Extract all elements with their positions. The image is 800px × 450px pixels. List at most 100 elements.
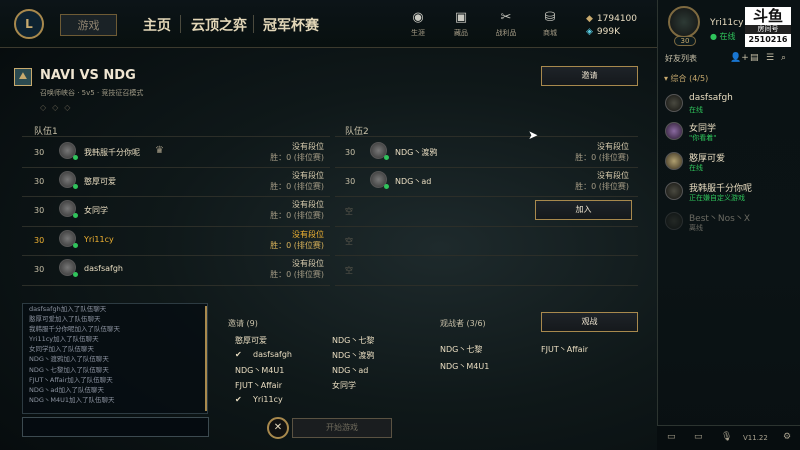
invited-item: NDG丶渡鸦 (332, 351, 375, 360)
invited-title: 邀请 (9) (228, 319, 258, 328)
team1-player-row[interactable]: 30 dasfsafgh 没有段位 胜：0 (排位赛) (34, 256, 324, 284)
profile-status[interactable]: ● 在线 (710, 31, 736, 42)
team1-player-row[interactable]: 30 女同学 没有段位 胜：0 (排位赛) (34, 197, 324, 225)
chat-message: 憨厚可爱加入了队伍聊天 (29, 315, 101, 324)
loot-nav-button[interactable]: ✂ 战利品 (488, 10, 524, 40)
spectators-title: 观战者 (3/6) (440, 319, 486, 328)
profile-avatar[interactable] (668, 6, 700, 38)
divider (335, 196, 638, 197)
collection-nav-button[interactable]: ▣ 藏品 (443, 10, 479, 40)
version-label: V11.22 (743, 434, 768, 442)
chat-scrollbar[interactable] (205, 306, 207, 411)
friend-avatar (665, 212, 683, 230)
party-owner-icon: ♛ (155, 145, 164, 156)
friend-item[interactable]: dasfsafgh 在线 (663, 93, 793, 121)
join-team-button[interactable]: 加入 (535, 200, 632, 220)
league-logo-icon[interactable]: L (14, 9, 44, 39)
divider (335, 226, 638, 227)
spectator-item: NDG丶七黎 (440, 345, 483, 354)
profile-icon: ◉ (412, 10, 424, 25)
chat-message: NDG丶M4U1加入了队伍聊天 (29, 395, 115, 404)
spectate-button[interactable]: 观战 (541, 312, 638, 332)
close-lobby-button[interactable]: ✕ (267, 417, 289, 439)
divider (22, 136, 330, 137)
play-button[interactable]: 游戏 (60, 14, 117, 36)
chat-message: Yri11cy加入了队伍聊天 (29, 335, 99, 344)
invite-button[interactable]: 邀请 (541, 66, 638, 86)
chat-message: 女同学加入了队伍聊天 (29, 345, 94, 354)
friend-item[interactable]: 我韩服千分你呢 正在嫌自定义游戏 (663, 181, 793, 209)
start-game-button[interactable]: 开始游戏 (292, 418, 392, 438)
invited-item: FJUT丶Affair (235, 381, 283, 390)
team1-player-row-self[interactable]: 30 Yri11cy 没有段位 胜：0 (排位赛) (34, 227, 324, 255)
online-dot-icon (73, 243, 78, 248)
friend-item[interactable]: 女同学 "你看着" (663, 121, 793, 149)
settings-gear-icon[interactable]: ⚙ (783, 432, 791, 442)
invited-item: NDG丶M4U1 (235, 366, 285, 375)
team2-player-row[interactable]: 30 NDG丶ad 没有段位 胜：0 (排位赛) (345, 168, 629, 196)
friend-avatar (665, 122, 683, 140)
friend-item[interactable]: 憨厚可爱 在线 (663, 151, 793, 179)
online-dot-icon (73, 155, 78, 160)
nav-divider (180, 15, 181, 33)
accepted-check-icon: ✔ (235, 395, 242, 404)
team1-player-row[interactable]: 30 我韩服千分你呢 ♛ 没有段位 胜：0 (排位赛) (34, 139, 324, 167)
blue-essence-icon: ◆ (586, 13, 593, 24)
profile-name: Yri11cy (710, 18, 744, 28)
chat-message: NDG丶七黎加入了队伍聊天 (29, 365, 109, 374)
nav-tft[interactable]: 云顶之弈 (191, 15, 247, 35)
profile-nav-button[interactable]: ◉ 生涯 (400, 10, 436, 40)
missions-icon[interactable]: ▭ (694, 432, 703, 442)
online-dot-icon (384, 155, 389, 160)
stream-watermark: 斗鱼 房间号 2510216 (745, 7, 791, 47)
lobby-title: NAVI VS NDG (40, 68, 136, 83)
friend-avatar (665, 94, 683, 112)
spectator-item: FJUT丶Affair (541, 345, 589, 354)
sort-icon[interactable]: ☰ (766, 53, 774, 63)
online-dot-icon: ● (710, 32, 720, 41)
loot-icon: ✂ (500, 10, 512, 25)
collection-icon: ▣ (454, 10, 468, 25)
chat-icon[interactable]: ▭ (667, 432, 676, 442)
chat-message: NDG丶渡鸦加入了队伍聊天 (29, 355, 109, 364)
chat-input[interactable] (22, 417, 209, 437)
microphone-icon[interactable]: 🎙 (721, 432, 732, 442)
spectator-item: NDG丶M4U1 (440, 362, 490, 371)
team2-empty-slot: 空 (345, 237, 353, 246)
team2-empty-slot: 空 (345, 207, 353, 216)
rp-icon: ◈ (586, 26, 593, 37)
divider (335, 136, 638, 137)
friend-avatar (665, 152, 683, 170)
invited-item: dasfsafgh (253, 350, 292, 359)
add-friend-icon[interactable]: 👤+ (730, 53, 749, 63)
team1-player-row[interactable]: 30 憨厚可爱 没有段位 胜：0 (排位赛) (34, 168, 324, 196)
chat-message: NDG丶ad加入了队伍聊天 (29, 385, 105, 394)
lobby-badge-icons: ◇◇◇ (40, 103, 77, 112)
lobby-chat-log[interactable]: dasfsafgh加入了队伍聊天 憨厚可爱加入了队伍聊天 我韩服千分你呢加入了队… (22, 303, 208, 414)
accepted-check-icon: ✔ (235, 350, 242, 359)
store-nav-button[interactable]: ⛁ 商城 (532, 10, 568, 40)
map-icon: ⛰ (14, 68, 32, 86)
add-folder-icon[interactable]: ▤ (750, 53, 759, 63)
watermark-room-label: 房间号 (745, 25, 791, 34)
divider (335, 255, 638, 256)
team2-player-row[interactable]: 30 NDG丶渡鸦 没有段位 胜：0 (排位赛) (345, 139, 629, 167)
friend-avatar (665, 182, 683, 200)
mouse-cursor-icon: ➤ (528, 128, 539, 142)
watermark-brand: 斗鱼 (752, 7, 783, 25)
team2-empty-slot: 空 (345, 266, 353, 275)
friend-item[interactable]: Best丶Nos丶X 离线 (663, 211, 793, 239)
online-dot-icon (73, 184, 78, 189)
nav-clash[interactable]: 冠军杯赛 (263, 15, 319, 35)
chat-message: dasfsafgh加入了队伍聊天 (29, 305, 107, 313)
currency-display[interactable]: ◆ 1794100 ◈ 999K (586, 12, 637, 38)
nav-home[interactable]: 主页 (143, 15, 171, 35)
friend-group-header[interactable]: ▾ 综合 (4/5) (664, 73, 708, 84)
profile-level-badge: 30 (674, 36, 696, 46)
divider (22, 285, 330, 286)
chat-message: 我韩服千分你呢加入了队伍聊天 (29, 325, 120, 334)
friend-list-title: 好友列表 (665, 54, 697, 63)
lobby-mode-subtitle: 召唤师峡谷 · 5v5 · 竞技征召模式 (40, 89, 144, 97)
search-icon[interactable]: ⌕ (781, 53, 786, 63)
online-dot-icon (384, 184, 389, 189)
